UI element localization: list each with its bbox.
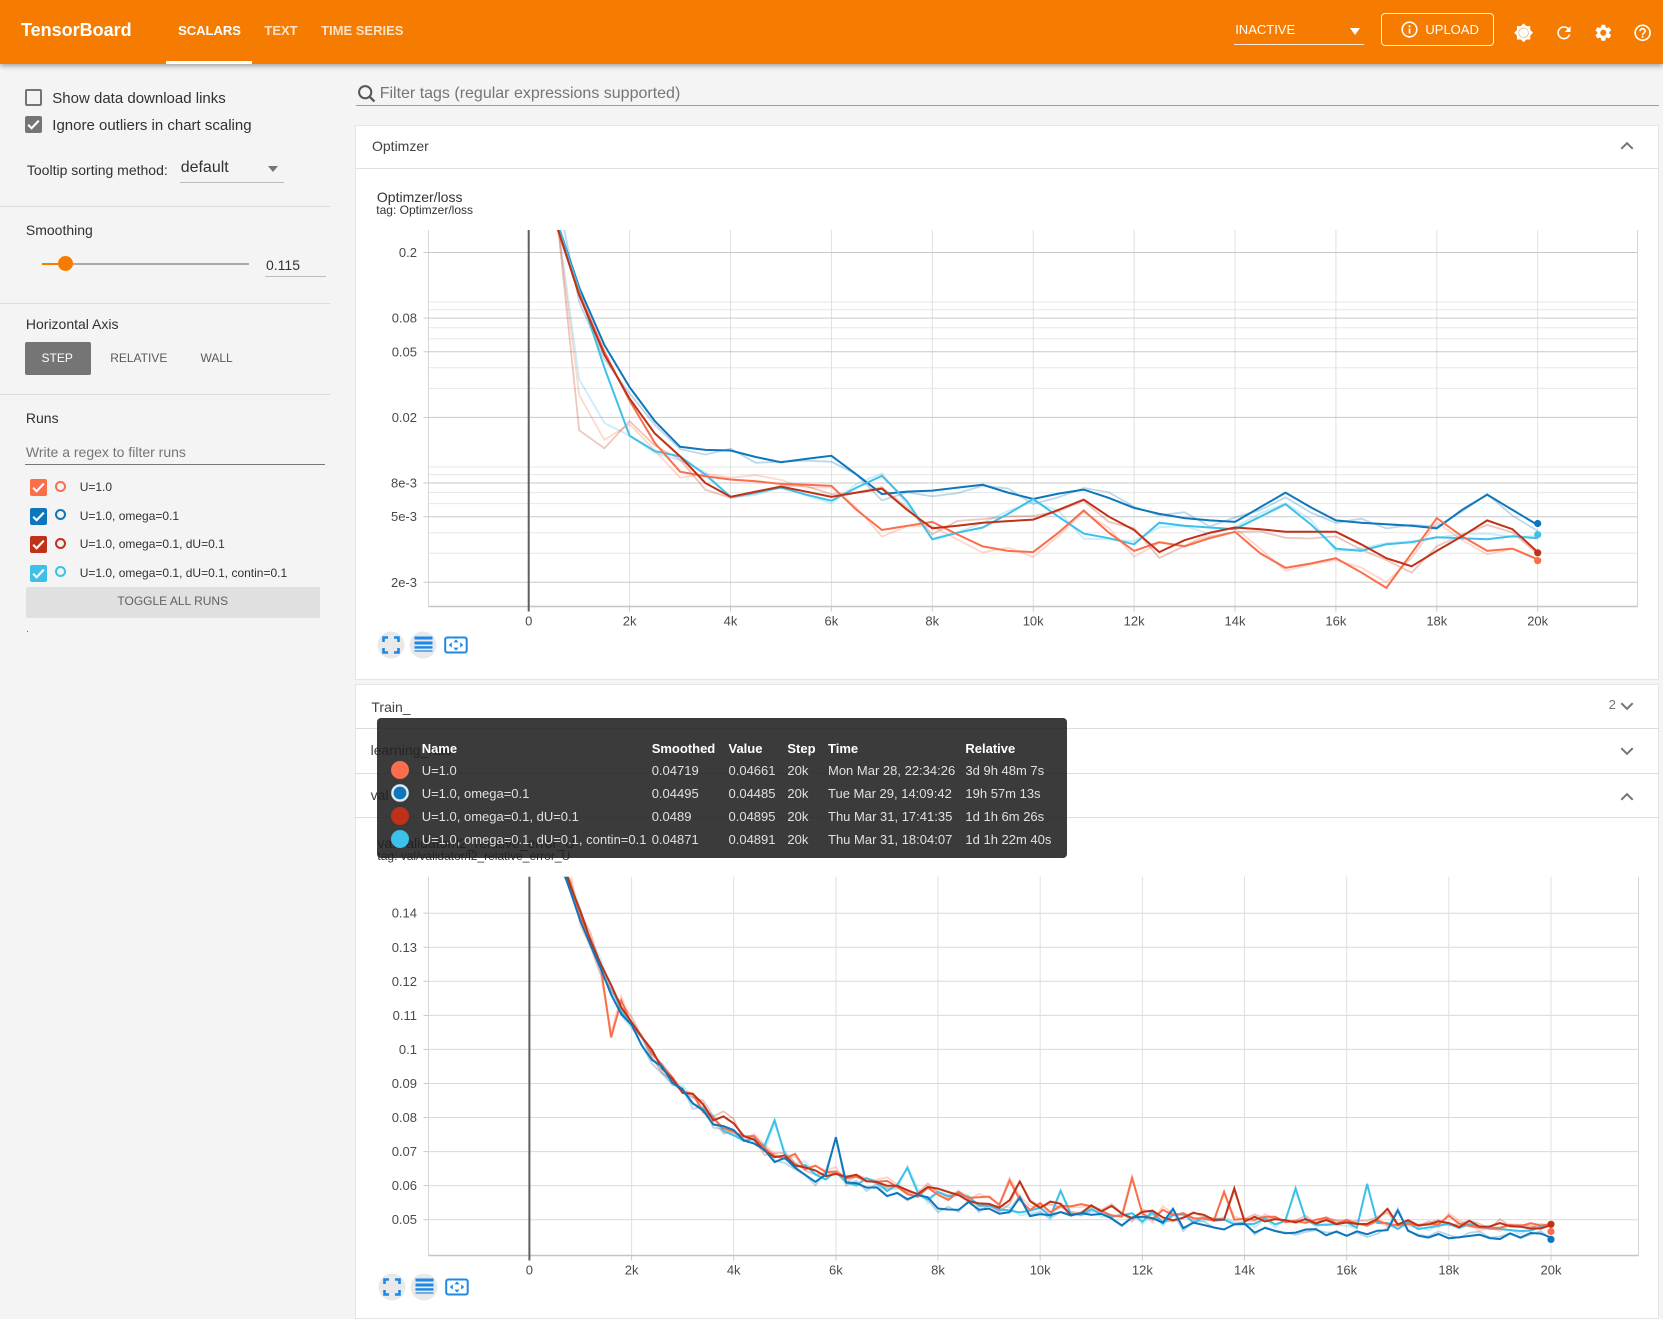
svg-text:0.13: 0.13 — [392, 940, 417, 955]
svg-text:8e-3: 8e-3 — [391, 476, 417, 491]
svg-text:2k: 2k — [625, 1263, 639, 1278]
svg-text:8k: 8k — [931, 1263, 945, 1278]
svg-text:0.11: 0.11 — [393, 1008, 417, 1023]
svg-text:0.02: 0.02 — [392, 410, 417, 425]
svg-text:6k: 6k — [825, 614, 839, 629]
svg-text:0.07: 0.07 — [392, 1144, 417, 1159]
svg-text:8k: 8k — [925, 614, 939, 629]
svg-text:10k: 10k — [1023, 614, 1044, 629]
svg-text:0.09: 0.09 — [392, 1076, 417, 1091]
svg-text:16k: 16k — [1336, 1263, 1357, 1278]
svg-text:16k: 16k — [1325, 614, 1346, 629]
svg-text:2k: 2k — [623, 614, 637, 629]
svg-text:18k: 18k — [1426, 614, 1447, 629]
svg-text:0.08: 0.08 — [392, 311, 417, 326]
svg-text:0.2: 0.2 — [399, 245, 417, 260]
svg-text:4k: 4k — [724, 614, 738, 629]
svg-text:0: 0 — [525, 614, 532, 629]
svg-text:14k: 14k — [1234, 1263, 1255, 1278]
svg-text:20k: 20k — [1527, 614, 1548, 629]
svg-text:2e-3: 2e-3 — [391, 575, 417, 590]
svg-text:12k: 12k — [1132, 1263, 1153, 1278]
svg-text:6k: 6k — [829, 1263, 843, 1278]
svg-text:0: 0 — [526, 1263, 533, 1278]
svg-text:0.1: 0.1 — [399, 1042, 417, 1057]
svg-text:0.06: 0.06 — [392, 1178, 417, 1193]
svg-text:20k: 20k — [1541, 1263, 1562, 1278]
svg-text:0.14: 0.14 — [392, 906, 417, 921]
svg-text:12k: 12k — [1124, 614, 1145, 629]
svg-text:10k: 10k — [1030, 1263, 1051, 1278]
svg-text:5e-3: 5e-3 — [391, 509, 417, 524]
svg-text:0.05: 0.05 — [392, 1212, 417, 1227]
svg-text:18k: 18k — [1438, 1263, 1459, 1278]
svg-text:0.12: 0.12 — [392, 974, 417, 989]
svg-text:0.05: 0.05 — [392, 344, 417, 359]
svg-text:0.08: 0.08 — [392, 1110, 417, 1125]
svg-text:4k: 4k — [727, 1263, 741, 1278]
svg-text:14k: 14k — [1225, 614, 1246, 629]
